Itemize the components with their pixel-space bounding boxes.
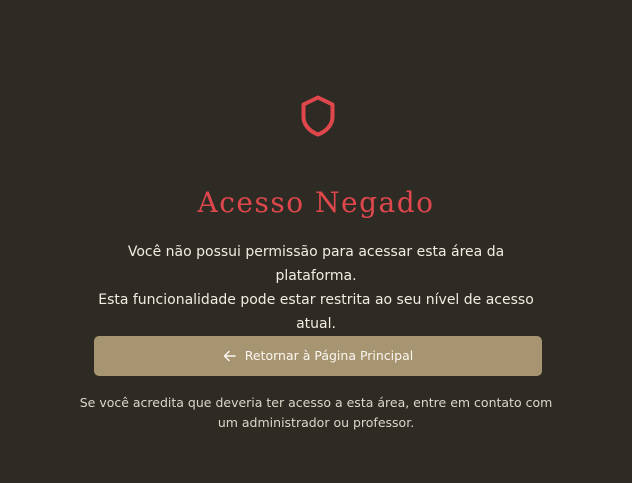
shield-outline [301,95,335,137]
permission-message-line: Você não possui permissão para acessar e… [127,244,505,284]
permission-message: Você não possui permissão para acessar e… [86,240,546,336]
return-home-label: Retornar à Página Principal [244,348,414,363]
arrow-left-icon [223,350,236,362]
return-home-button[interactable]: Retornar à Página Principal [94,336,542,376]
contact-note: Se você acredita que deveria ter acesso … [79,395,553,430]
permission-message-detail: Esta funcionalidade pode estar restrita … [98,292,534,332]
shield-icon [301,95,335,137]
page-title: Acesso Negado [197,186,435,219]
